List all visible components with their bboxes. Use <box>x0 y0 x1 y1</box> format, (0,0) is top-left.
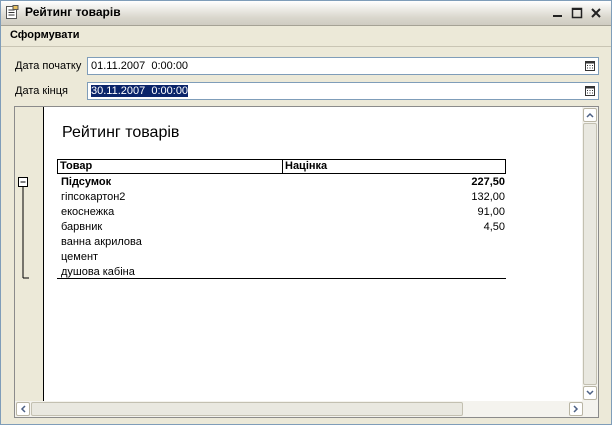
maximize-icon <box>571 7 582 18</box>
table-row[interactable]: гіпсокартон2 132,00 <box>59 190 505 205</box>
group-bracket-icon <box>18 177 29 279</box>
table-header: Товар Націнка <box>57 159 506 174</box>
total-value: 227,50 <box>471 176 505 188</box>
table-row[interactable]: ванна акрилова <box>59 235 505 250</box>
report-title: Рейтинг товарів <box>62 124 180 141</box>
start-date-label: Дата початку <box>15 60 82 72</box>
table-row[interactable]: екоснежка 91,00 <box>59 205 505 220</box>
report-window: Рейтинг товарів Сформувати Дата початку … <box>0 0 612 425</box>
title-bar[interactable]: Рейтинг товарів <box>1 1 611 26</box>
product-name: барвник <box>61 221 103 233</box>
start-date-value: 01.11.2007 0:00:00 <box>91 60 189 72</box>
horizontal-scrollbar[interactable] <box>15 401 598 417</box>
horizontal-scroll-thumb[interactable] <box>31 402 463 416</box>
minimize-icon <box>552 14 562 17</box>
report-area[interactable]: Рейтинг товарів Товар Націнка Підсумок 2… <box>14 106 599 418</box>
chevron-left-icon <box>20 405 26 413</box>
scroll-up-button[interactable] <box>583 108 597 122</box>
toolbar: Сформувати <box>1 26 611 47</box>
scroll-right-button[interactable] <box>569 402 583 416</box>
markup-value: 132,00 <box>471 191 505 203</box>
document-icon <box>6 5 19 19</box>
vertical-scroll-thumb[interactable] <box>583 123 597 385</box>
product-name: ванна акрилова <box>61 236 142 248</box>
product-name: душова кабіна <box>61 266 135 278</box>
scroll-down-button[interactable] <box>583 386 597 400</box>
product-name: екоснежка <box>61 206 115 218</box>
total-row[interactable]: Підсумок 227,50 <box>59 175 505 190</box>
end-date-label: Дата кінця <box>15 85 69 97</box>
calendar-icon <box>585 61 595 71</box>
total-label: Підсумок <box>61 176 112 188</box>
maximize-button[interactable] <box>568 4 585 21</box>
column-header-markup: Націнка <box>285 160 328 172</box>
markup-value: 91,00 <box>477 206 505 218</box>
table-row[interactable]: цемент <box>59 250 505 265</box>
end-calendar-button[interactable] <box>583 84 597 98</box>
grouping-gutter <box>15 107 44 401</box>
product-name: цемент <box>61 251 99 263</box>
generate-button[interactable]: Сформувати <box>10 29 80 41</box>
close-button[interactable] <box>587 4 604 21</box>
end-date-field[interactable]: 30.11.2007 0:00:00 <box>87 82 599 100</box>
scroll-left-button[interactable] <box>16 402 30 416</box>
chevron-right-icon <box>573 405 579 413</box>
product-name: гіпсокартон2 <box>61 191 126 203</box>
window-title: Рейтинг товарів <box>25 5 121 19</box>
calendar-icon <box>585 86 595 96</box>
vertical-scrollbar[interactable] <box>582 107 598 401</box>
end-date-value: 30.11.2007 0:00:00 <box>91 85 189 97</box>
table-bottom-rule <box>57 278 506 279</box>
column-header-product: Товар <box>58 160 283 173</box>
markup-value: 4,50 <box>483 221 505 233</box>
start-calendar-button[interactable] <box>583 59 597 73</box>
chevron-down-icon <box>586 390 594 396</box>
close-icon <box>590 7 601 18</box>
table-row[interactable]: барвник 4,50 <box>59 220 505 235</box>
start-date-field[interactable]: 01.11.2007 0:00:00 <box>87 57 599 75</box>
chevron-up-icon <box>586 112 594 118</box>
minimize-button[interactable] <box>549 4 566 21</box>
